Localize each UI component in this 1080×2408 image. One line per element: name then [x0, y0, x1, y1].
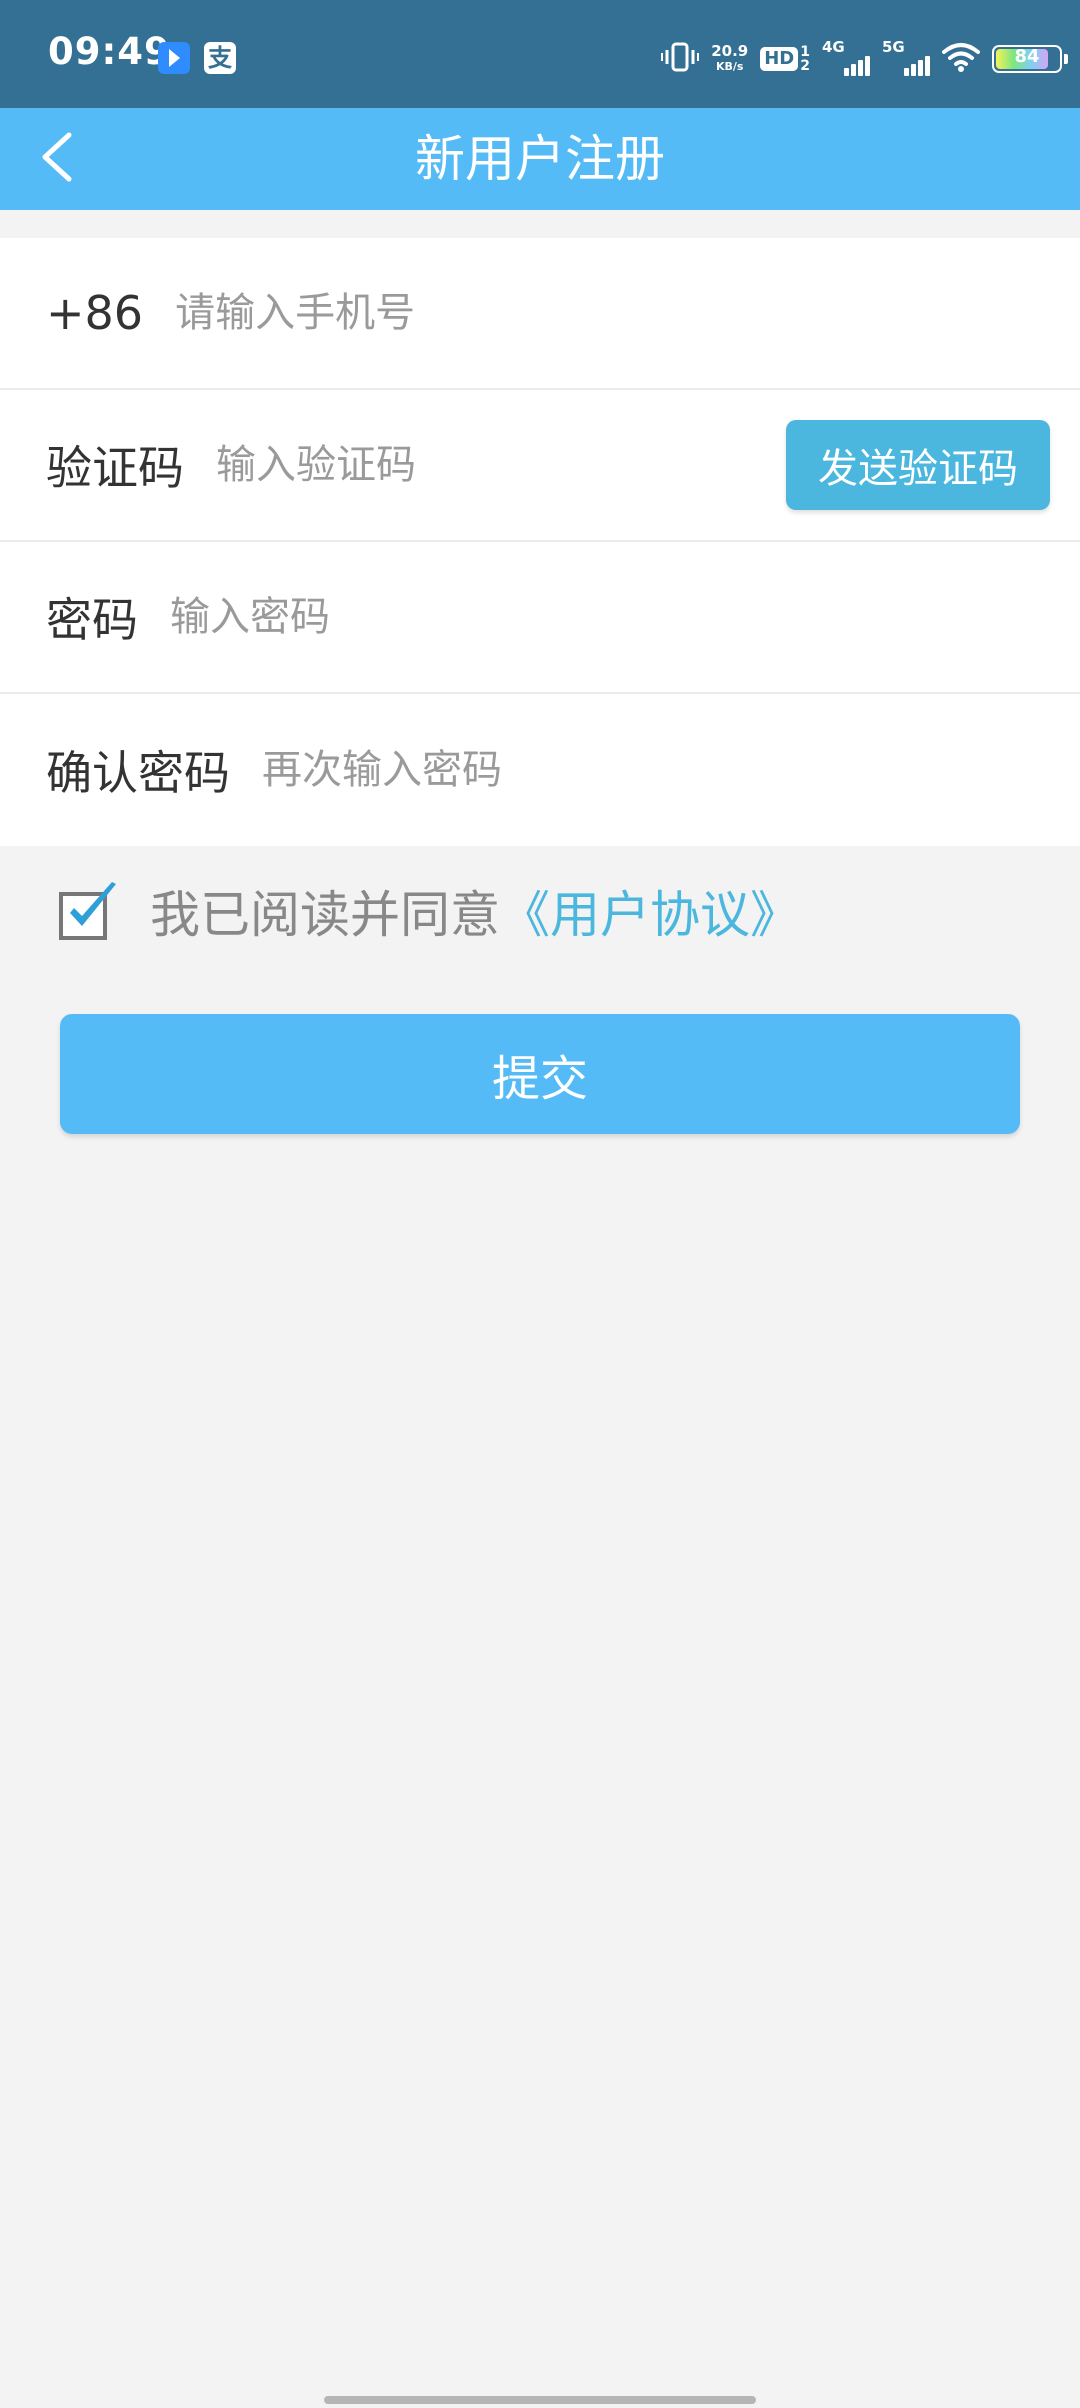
verification-code-label: 验证码 [46, 441, 184, 495]
blue-arrow-app-icon [158, 42, 190, 74]
password-label: 密码 [46, 593, 138, 647]
password-input[interactable] [170, 594, 1080, 640]
signal-4g-label: 4G [822, 38, 845, 56]
confirm-password-input[interactable] [262, 747, 1080, 793]
agreement-checkbox[interactable] [58, 880, 120, 942]
chevron-left-icon [37, 129, 77, 189]
battery-icon: 84 [992, 45, 1068, 73]
alipay-icon: 支 [204, 42, 236, 74]
signal-5g-icon: 5G [882, 38, 930, 76]
status-time: 09:49 [48, 30, 171, 73]
hd-label: HD [760, 47, 799, 71]
submit-button[interactable]: 提交 [60, 1014, 1020, 1134]
send-code-button[interactable]: 发送验证码 [786, 420, 1050, 510]
network-speed-unit: KB/s [715, 60, 744, 73]
status-bar: 09:49 支 20.9 KB/s HD 1 2 4G 5G 84 [0, 0, 1080, 108]
wifi-icon [942, 42, 980, 76]
vibrate-icon [661, 41, 700, 77]
confirm-password-row: 确认密码 [0, 694, 1080, 846]
network-speed-value: 20.9 [711, 42, 749, 60]
agreement-row: 我已阅读并同意 《用户协议》 [58, 876, 800, 946]
phone-input[interactable] [175, 290, 1080, 336]
network-speed: 20.9 KB/s [711, 44, 748, 74]
country-code-label: +86 [46, 286, 144, 340]
agreement-text: 我已阅读并同意 [150, 886, 500, 944]
registration-form: +86 验证码 发送验证码 密码 确认密码 [0, 238, 1080, 846]
signal-5g-label: 5G [882, 38, 905, 56]
password-row: 密码 [0, 542, 1080, 694]
page-title: 新用户注册 [415, 130, 665, 188]
home-indicator[interactable] [324, 2396, 756, 2404]
back-button[interactable] [24, 126, 90, 192]
checkbox-checked-icon [59, 882, 116, 940]
status-indicators: 20.9 KB/s HD 1 2 4G 5G 84 [661, 36, 1068, 82]
user-agreement-link[interactable]: 《用户协议》 [500, 875, 800, 947]
title-bar: 新用户注册 [0, 108, 1080, 210]
verification-code-row: 验证码 发送验证码 [0, 390, 1080, 542]
verification-code-input[interactable] [216, 442, 786, 488]
hd-sim1: 1 [800, 44, 810, 60]
phone-row: +86 [0, 238, 1080, 390]
hd-sim2: 2 [800, 58, 810, 74]
signal-4g-icon: 4G [822, 38, 870, 76]
confirm-password-label: 确认密码 [46, 746, 230, 800]
hd-voice-badge: HD 1 2 [760, 45, 810, 73]
battery-level: 84 [1014, 46, 1040, 67]
